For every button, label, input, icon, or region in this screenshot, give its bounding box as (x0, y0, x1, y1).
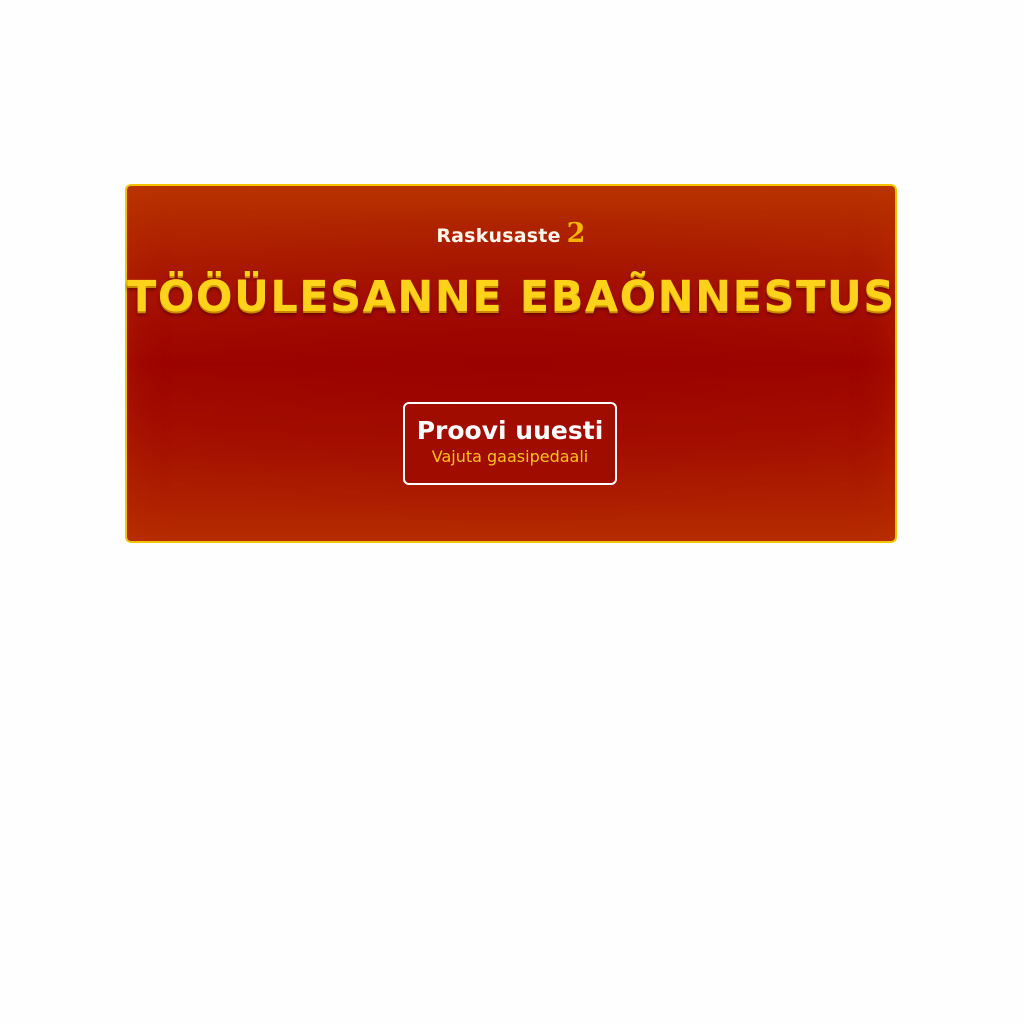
difficulty-label: Raskusaste (436, 225, 561, 247)
mission-failed-title: TÖÖÜLESANNE EBAÕNNESTUS (127, 272, 896, 322)
difficulty-value: 2 (566, 218, 586, 249)
mission-failed-panel: Raskusaste 2 TÖÖÜLESANNE EBAÕNNESTUS Proo… (125, 184, 897, 543)
difficulty-indicator: Raskusaste 2 (127, 218, 895, 249)
retry-button-hint: Vajuta gaasipedaali (431, 446, 589, 466)
retry-button-label: Proovi uuesti (416, 416, 604, 445)
game-screen: Raskusaste 2 TÖÖÜLESANNE EBAÕNNESTUS Proo… (0, 0, 1024, 1024)
retry-button[interactable]: Proovi uuesti Vajuta gaasipedaali (403, 402, 617, 485)
